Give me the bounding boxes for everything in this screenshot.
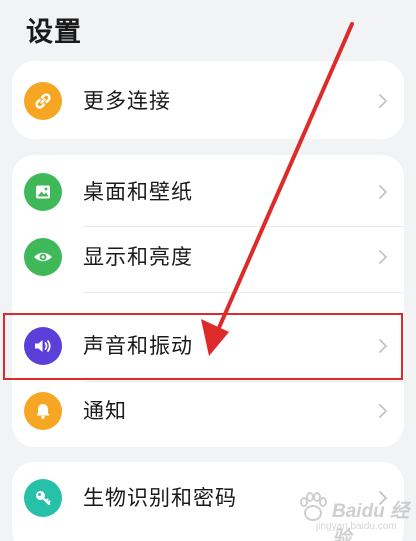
image-icon <box>24 173 62 211</box>
settings-item-more-connections[interactable]: 更多连接 <box>12 67 404 135</box>
bell-icon <box>24 392 62 430</box>
eye-icon <box>24 238 62 276</box>
settings-item-label: 桌面和壁纸 <box>83 180 193 204</box>
key-icon <box>24 479 62 517</box>
page-title: 设置 <box>26 17 82 48</box>
settings-item-display-brightness[interactable]: 显示和亮度 <box>12 223 404 291</box>
settings-item-label: 显示和亮度 <box>83 245 193 269</box>
divider <box>83 292 404 293</box>
settings-item-label: 生物识别和密码 <box>83 486 237 510</box>
highlight-box <box>3 313 403 380</box>
settings-item-wallpaper[interactable]: 桌面和壁纸 <box>12 158 404 226</box>
chevron-right-icon <box>379 404 387 418</box>
settings-item-label: 更多连接 <box>83 89 171 113</box>
watermark-url: jingyan.baidu.com <box>316 521 397 532</box>
link-icon <box>24 82 62 120</box>
chevron-right-icon <box>379 94 387 108</box>
watermark-brand: Baidu 经验 <box>332 501 410 541</box>
settings-card-connections: 更多连接 <box>12 61 404 139</box>
paw-logo-icon <box>300 492 327 521</box>
watermark: Baidu 经验 jingyan.baidu.com <box>294 488 410 541</box>
settings-card-display-sound: 桌面和壁纸 显示和亮度 声音和振动 通知 <box>12 155 404 447</box>
settings-item-label: 通知 <box>83 399 127 423</box>
settings-item-notifications[interactable]: 通知 <box>12 377 404 445</box>
chevron-right-icon <box>379 185 387 199</box>
chevron-right-icon <box>379 250 387 264</box>
